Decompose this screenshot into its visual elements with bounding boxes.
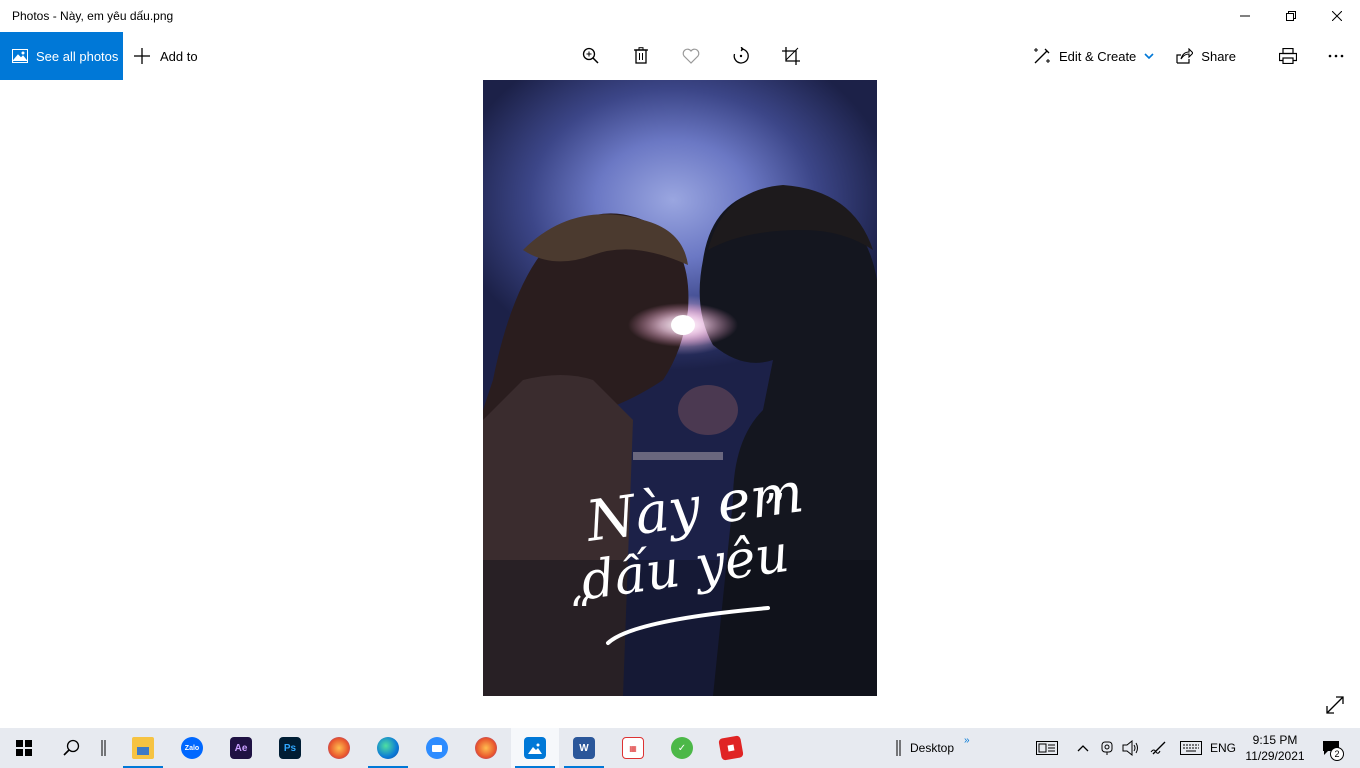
search-icon <box>63 739 80 756</box>
tray-news[interactable] <box>1032 728 1062 768</box>
title-bar: Photos - Này, em yêu dấu.png <box>0 0 1360 32</box>
red-app-icon <box>718 735 744 761</box>
green-app-icon: ✓ <box>671 737 693 759</box>
tray-keyboard[interactable] <box>1178 728 1204 768</box>
folder-icon <box>132 737 154 759</box>
center-tools <box>566 32 816 80</box>
after-effects-icon: Ae <box>230 737 252 759</box>
crop-button[interactable] <box>766 32 816 80</box>
restore-button[interactable] <box>1268 0 1314 32</box>
zalo-icon: Zalo <box>181 737 203 759</box>
language-label: ENG <box>1209 741 1236 755</box>
toolbar-handle-icon <box>896 740 901 756</box>
taskbar-zoom[interactable] <box>413 728 461 768</box>
favorite-button[interactable] <box>666 32 716 80</box>
close-button[interactable] <box>1314 0 1360 32</box>
rotate-icon <box>733 47 749 64</box>
full-screen-button[interactable] <box>1324 694 1346 716</box>
right-tools: Edit & Create Share <box>1033 32 1360 80</box>
see-all-photos-button[interactable]: See all photos <box>0 32 123 80</box>
edge-icon <box>377 737 399 759</box>
delete-button[interactable] <box>616 32 666 80</box>
zoom-in-icon <box>582 47 599 64</box>
taskbar-firefox-2[interactable] <box>462 728 510 768</box>
word-icon: W <box>573 737 595 759</box>
webcam-icon <box>1101 741 1113 755</box>
add-to-button[interactable]: Add to <box>134 32 198 80</box>
toolbar: See all photos Add to Edit & Create Shar <box>0 32 1360 80</box>
taskbar-firefox[interactable] <box>315 728 363 768</box>
chevron-down-icon <box>1144 53 1154 59</box>
add-to-label: Add to <box>160 48 198 64</box>
clock-date: 11/29/2021 <box>1245 749 1305 763</box>
photos-app-icon <box>524 737 546 759</box>
minimize-icon <box>1240 15 1250 17</box>
svg-text:”: ” <box>763 485 786 536</box>
crop-icon <box>782 47 800 65</box>
close-icon <box>1332 11 1342 21</box>
firefox-icon <box>328 737 350 759</box>
window-title: Photos - Này, em yêu dấu.png <box>12 9 174 23</box>
taskbar-tool-app[interactable]: ▦ <box>609 728 657 768</box>
taskbar-after-effects[interactable]: Ae <box>217 728 265 768</box>
taskbar-word[interactable]: W <box>560 728 608 768</box>
windows-icon <box>16 740 32 756</box>
edit-create-icon <box>1033 48 1050 64</box>
svg-text:“: “ <box>569 588 592 639</box>
taskbar-edge[interactable] <box>364 728 412 768</box>
chevron-right-double-icon[interactable]: » <box>964 735 970 746</box>
tray-meet-now[interactable] <box>1096 728 1118 768</box>
desktop-label: Desktop <box>910 741 955 755</box>
edit-create-button[interactable]: Edit & Create <box>1033 32 1154 80</box>
taskbar-photoshop[interactable]: Ps <box>266 728 314 768</box>
print-button[interactable] <box>1264 32 1312 80</box>
desktop-toolbar[interactable]: Desktop » <box>896 728 970 768</box>
chevron-up-icon <box>1077 745 1089 752</box>
pen-icon <box>1150 741 1166 755</box>
edit-create-label: Edit & Create <box>1058 48 1137 64</box>
rotate-button[interactable] <box>716 32 766 80</box>
keyboard-icon <box>1180 741 1202 755</box>
tray-clock[interactable]: 9:15 PM 11/29/2021 <box>1240 732 1310 764</box>
taskbar-photos[interactable] <box>511 728 559 768</box>
share-label: Share <box>1201 48 1236 64</box>
tray-language[interactable]: ENG <box>1208 728 1238 768</box>
heart-icon <box>682 48 700 64</box>
tray-notifications[interactable]: 2 <box>1316 728 1346 768</box>
tray-pen[interactable] <box>1148 728 1170 768</box>
share-button[interactable]: Share <box>1176 32 1236 80</box>
taskbar-zalo[interactable]: Zalo <box>168 728 216 768</box>
news-icon <box>1036 741 1058 755</box>
start-button[interactable] <box>0 728 48 768</box>
speaker-icon <box>1122 740 1138 756</box>
plus-icon <box>134 48 150 64</box>
tool-app-icon: ▦ <box>622 737 644 759</box>
more-options-button[interactable] <box>1312 32 1360 80</box>
zoom-button[interactable] <box>566 32 616 80</box>
taskbar-red-app[interactable] <box>707 728 755 768</box>
taskbar-green-app[interactable]: ✓ <box>658 728 706 768</box>
firefox-icon <box>475 737 497 759</box>
trash-icon <box>634 47 648 64</box>
share-icon <box>1176 48 1194 64</box>
photos-icon <box>12 49 28 63</box>
restore-icon <box>1286 11 1296 21</box>
expand-icon <box>1326 696 1344 714</box>
window-controls <box>1222 0 1360 32</box>
minimize-button[interactable] <box>1222 0 1268 32</box>
photoshop-icon: Ps <box>279 737 301 759</box>
taskbar-file-explorer[interactable] <box>119 728 167 768</box>
tray-volume[interactable] <box>1120 728 1142 768</box>
taskbar: Zalo Ae Ps W ▦ ✓ Desktop » ENG 9:15 PM 1… <box>0 728 1360 768</box>
clock-time: 9:15 PM <box>1252 733 1298 747</box>
task-view-icon <box>101 740 106 756</box>
tray-show-hidden[interactable] <box>1072 728 1094 768</box>
photo-viewer-image[interactable]: Này em dấu yêu ” “ <box>483 80 877 696</box>
notification-badge: 2 <box>1330 747 1344 761</box>
see-all-photos-label: See all photos <box>36 48 119 64</box>
more-icon <box>1328 54 1344 58</box>
overlay-flourish: ” “ <box>569 485 786 645</box>
zoom-icon <box>426 737 448 759</box>
printer-icon <box>1279 48 1297 64</box>
